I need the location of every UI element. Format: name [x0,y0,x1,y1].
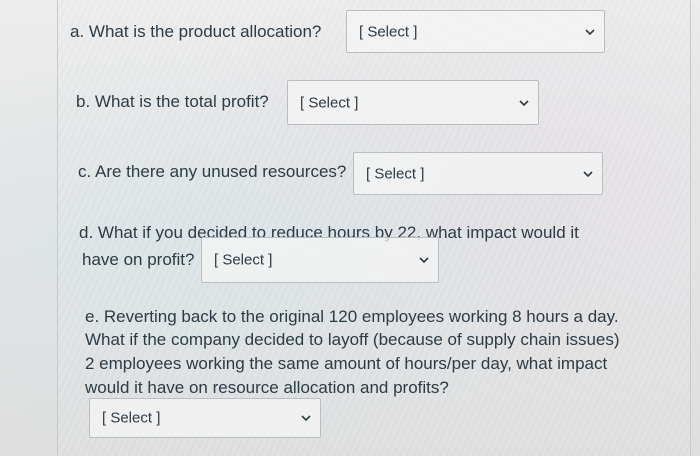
question-b-select-value: [ Select ] [300,94,359,111]
question-c-text: c. Are there any unused resources? [78,162,347,181]
chevron-down-icon [518,97,530,109]
question-e-text-line4: would it have on resource allocation and… [85,378,449,397]
question-d-select[interactable]: [ Select ] [201,237,439,283]
question-e-text-line1: e. Reverting back to the original 120 em… [85,307,619,326]
question-e-text-line2: What if the company decided to layoff (b… [85,330,620,349]
chevron-down-icon [300,412,312,424]
question-b-select[interactable]: [ Select ] [287,80,539,125]
chevron-down-icon [418,254,430,266]
question-d-select-value: [ Select ] [214,251,273,269]
question-a-select[interactable]: [ Select ] [346,10,605,53]
question-c-select-value: [ Select ] [366,165,425,182]
question-d-text-line2: have on profit? [82,250,195,269]
page-background: a. What is the product allocation? [ Sel… [0,0,700,456]
question-a-text: a. What is the product allocation? [70,22,322,41]
question-e-select-value: [ Select ] [102,409,161,427]
chevron-down-icon [584,26,596,38]
quiz-panel: a. What is the product allocation? [ Sel… [57,0,691,456]
question-e-text-line3: 2 employees working the same amount of h… [85,354,608,373]
question-c-select[interactable]: [ Select ] [353,152,603,195]
question-e-select[interactable]: [ Select ] [89,398,321,438]
chevron-down-icon [582,168,594,180]
question-a-select-value: [ Select ] [359,23,418,40]
question-b-text: b. What is the total profit? [76,92,269,111]
